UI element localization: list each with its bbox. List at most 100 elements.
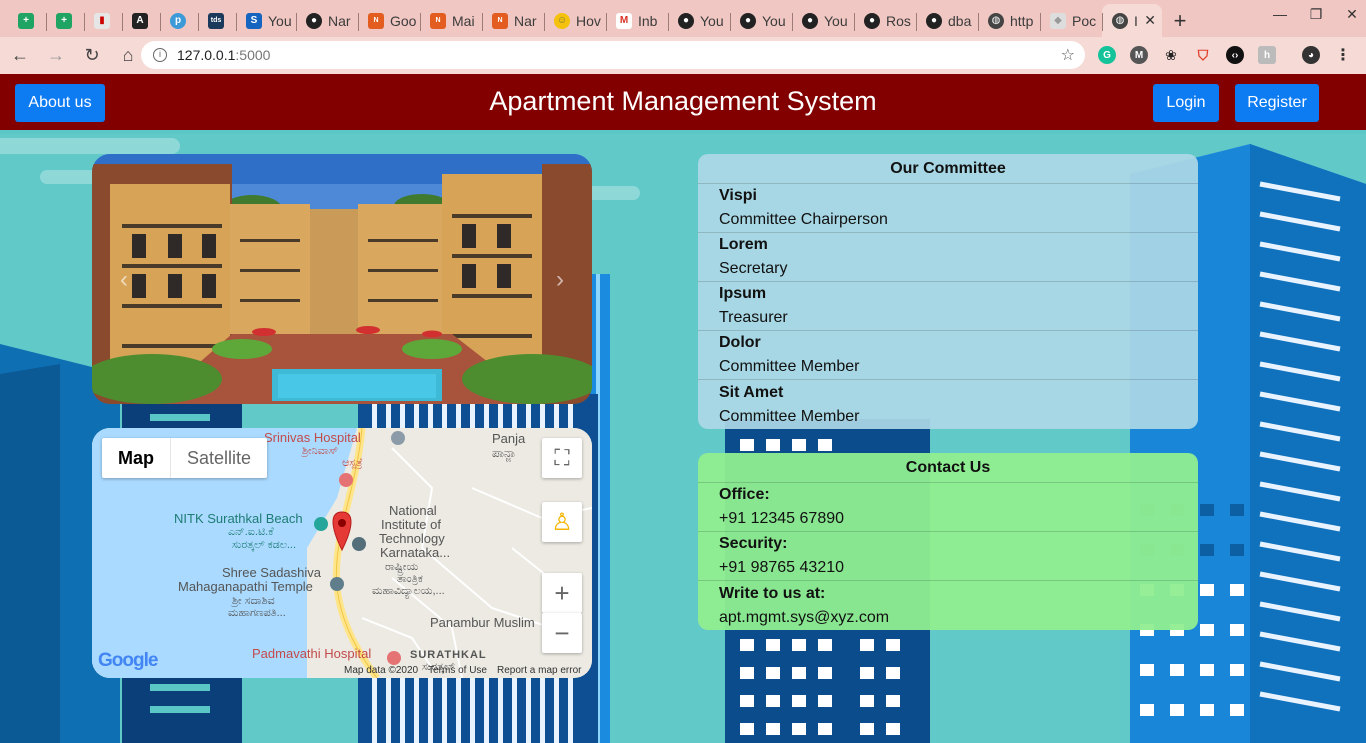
tab-title: You — [268, 12, 292, 29]
list-item: Write to us at: apt.mgmt.sys@xyz.com — [698, 581, 1198, 630]
profile-avatar[interactable]: ◕ — [1302, 46, 1320, 64]
browser-tab[interactable]: ● Ros — [854, 4, 916, 37]
favicon-icon: N — [430, 12, 446, 29]
contact-card: Contact Us Office: +91 12345 67890 Secur… — [698, 453, 1198, 630]
extension-icon[interactable]: h — [1258, 46, 1276, 64]
map-label: NITK Surathkal Beach — [174, 511, 303, 526]
minimize-icon[interactable]: — — [1262, 6, 1298, 23]
browser-tab[interactable]: ● You — [668, 4, 730, 37]
web-page: About us Apartment Management System Log… — [0, 74, 1366, 743]
new-tab-button[interactable]: + — [1162, 4, 1198, 37]
map-label: ಸುರತ್ಕಲ್ ಕಡಲ... — [232, 539, 297, 551]
browser-tab[interactable]: p — [160, 4, 198, 37]
login-button[interactable]: Login — [1153, 84, 1219, 122]
list-item: Security: +91 98765 43210 — [698, 532, 1198, 581]
zoom-in-button[interactable]: + — [542, 573, 582, 613]
code-extension-icon[interactable]: ‹› — [1226, 46, 1244, 64]
contact-label: Write to us at: — [719, 584, 826, 602]
fullscreen-icon[interactable]: ⛶ — [542, 438, 582, 478]
tab-title: Ros — [886, 12, 911, 29]
carousel-next-icon[interactable]: › — [556, 266, 564, 294]
map-type-satellite-button[interactable]: Satellite — [170, 438, 267, 478]
map-label: ಎನ್.ಐ.ಟಿ.ಕೆ — [228, 526, 274, 538]
menu-dots-icon[interactable]: ⋮ — [1334, 46, 1352, 64]
browser-tab[interactable]: ● You — [730, 4, 792, 37]
map-label: Padmavathi Hospital — [252, 646, 372, 661]
close-window-icon[interactable]: ✕ — [1334, 6, 1366, 23]
browser-tab[interactable]: N Nar — [482, 4, 544, 37]
browser-tab[interactable]: A — [122, 4, 160, 37]
map-label: National — [389, 503, 437, 518]
map-label: Panambur Muslim — [430, 615, 535, 630]
browser-tab[interactable]: N Mai — [420, 4, 482, 37]
carousel-prev-icon[interactable]: ‹ — [120, 266, 128, 294]
browser-tab[interactable]: ● Nar — [296, 4, 358, 37]
member-name: Lorem — [719, 236, 768, 253]
browser-tab-strip: + + ▮ A p tds S You ● Nar N Goo N Mai N Nar ☺… — [0, 0, 1366, 37]
zoom-out-button[interactable]: − — [542, 613, 582, 653]
favicon-icon: ◆ — [1050, 12, 1066, 29]
close-tab-icon[interactable]: ✕ — [1144, 12, 1156, 29]
home-icon[interactable]: ⌂ — [112, 40, 144, 72]
tab-title: http — [1010, 12, 1034, 29]
grammarly-extension-icon[interactable]: G — [1098, 46, 1116, 64]
extension-icon[interactable]: M — [1130, 46, 1148, 64]
member-role: Committee Member — [719, 358, 860, 375]
list-item: Ipsum Treasurer — [698, 282, 1198, 331]
browser-tab[interactable]: ● dba — [916, 4, 978, 37]
shield-extension-icon[interactable]: ⛉ — [1194, 46, 1212, 64]
url-host: 127.0.0.1 — [177, 47, 236, 63]
favicon-icon: p — [170, 12, 186, 29]
contact-value: +91 12345 67890 — [719, 510, 845, 527]
google-map[interactable]: Srinivas Hospital ಶ್ರೀನಿವಾಸ್ ಆಸ್ಪತ್ರೆ Pa… — [92, 428, 592, 678]
browser-tab[interactable]: + — [8, 4, 46, 37]
browser-tab[interactable]: ☺ Hov — [544, 4, 606, 37]
map-label: Institute of — [381, 517, 441, 532]
contact-title: Contact Us — [698, 453, 1198, 483]
bookmark-star-icon[interactable]: ☆ — [1061, 45, 1075, 65]
list-item: Lorem Secretary — [698, 233, 1198, 282]
address-bar[interactable]: i 127.0.0.1:5000 ☆ — [141, 41, 1085, 69]
terms-of-use-link[interactable]: Terms of Use — [428, 665, 487, 676]
committee-title: Our Committee — [698, 154, 1198, 184]
street-view-pegman-icon[interactable]: ♙ — [542, 502, 582, 542]
list-item: Sit Amet Committee Member — [698, 380, 1198, 429]
browser-tab[interactable]: ● You — [792, 4, 854, 37]
browser-tab[interactable]: S You — [236, 4, 296, 37]
browser-tab-active[interactable]: ◍ I ✕ — [1102, 4, 1162, 37]
browser-tab[interactable]: M Inb — [606, 4, 668, 37]
tab-title: I — [1134, 12, 1138, 29]
contact-label: Office: — [719, 486, 770, 503]
forward-icon[interactable]: → — [40, 40, 72, 72]
list-item: Office: +91 12345 67890 — [698, 483, 1198, 532]
member-role: Secretary — [719, 260, 788, 277]
map-type-map-button[interactable]: Map — [102, 438, 170, 478]
map-label: ಆಸ್ಪತ್ರೆ — [342, 457, 363, 469]
reload-icon[interactable]: ↻ — [76, 40, 108, 72]
octotree-extension-icon[interactable]: ❀ — [1162, 46, 1180, 64]
tab-title: Mai — [452, 12, 475, 29]
map-label: ಪಾನ್ಜಾ — [492, 446, 516, 460]
apartment-photo-carousel[interactable]: ‹ › — [92, 154, 592, 404]
browser-tab[interactable]: ◆ Poc — [1040, 4, 1102, 37]
site-info-icon[interactable]: i — [153, 48, 167, 62]
browser-tab[interactable]: N Goo — [358, 4, 420, 37]
map-label: ಮಹಾವಿದ್ಯಾಲಯ,... — [372, 585, 445, 597]
browser-tab[interactable]: tds — [198, 4, 236, 37]
browser-tab[interactable]: + — [46, 4, 84, 37]
list-item: Dolor Committee Member — [698, 331, 1198, 380]
back-icon[interactable]: ← — [4, 40, 36, 72]
report-map-error-link[interactable]: Report a map error — [497, 665, 581, 676]
contact-value: apt.mgmt.sys@xyz.com — [719, 608, 890, 626]
register-button[interactable]: Register — [1235, 84, 1319, 122]
browser-tab[interactable]: ▮ — [84, 4, 122, 37]
member-name: Sit Amet — [719, 383, 784, 401]
tab-title: Inb — [638, 12, 658, 29]
tab-title: You — [762, 12, 786, 29]
tab-title: You — [824, 12, 848, 29]
map-footer: Map data ©2020 Terms of Use Report a map… — [344, 665, 581, 676]
browser-tab[interactable]: ◍ http — [978, 4, 1040, 37]
restore-icon[interactable]: ❐ — [1298, 6, 1334, 23]
github-icon: ● — [802, 12, 818, 29]
member-role: Committee Chairperson — [719, 211, 888, 228]
